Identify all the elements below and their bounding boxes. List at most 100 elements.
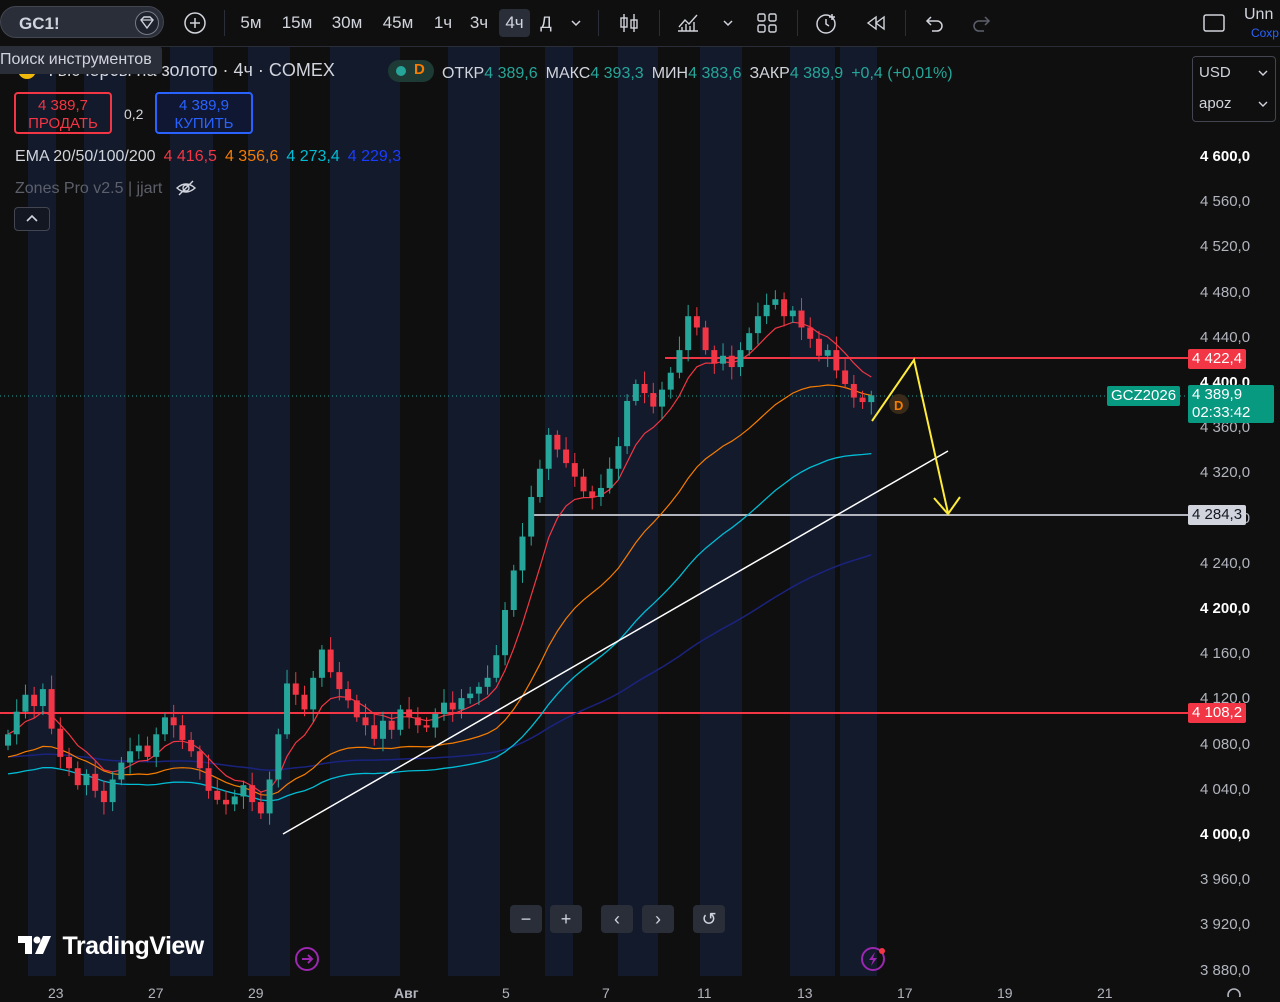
zones-label: Zones Pro v2.5 | jjart: [15, 180, 163, 197]
time-axis-label: 5: [502, 985, 510, 1001]
candle-body: [807, 327, 814, 339]
timeframe-3h[interactable]: 3ч: [464, 9, 494, 37]
indicators-icon[interactable]: [674, 9, 702, 37]
price-axis-label: 4 200,0: [1200, 600, 1251, 617]
candle-body: [100, 790, 107, 803]
candle-body: [676, 350, 683, 373]
scroll-left-button[interactable]: ‹: [601, 905, 633, 933]
eye-hidden-icon[interactable]: [175, 179, 197, 202]
forecast-path: [871, 357, 949, 514]
reset-chart-button[interactable]: ↺: [693, 905, 725, 933]
timeframe-15m[interactable]: 15м: [277, 9, 317, 37]
add-symbol-icon[interactable]: [181, 9, 209, 37]
ohlc-readout: D ОТКР4 389,6 МАКС4 393,3 МИН4 383,6 ЗАКР4 3…: [388, 60, 961, 83]
timeframe-5m[interactable]: 5м: [234, 9, 268, 37]
candle-body: [597, 487, 604, 497]
account-label[interactable]: Unn: [1244, 6, 1273, 24]
replay-icon[interactable]: [862, 9, 890, 37]
candles-type-icon[interactable]: [615, 9, 643, 37]
symbol-label: GC1!: [19, 14, 60, 33]
unit-select[interactable]: apoz: [1193, 89, 1273, 119]
low-value: 4 383,6: [688, 65, 742, 82]
candle-body: [92, 773, 99, 791]
candle-body: [257, 802, 264, 814]
timeframe-45m[interactable]: 45м: [376, 9, 420, 37]
timeframe-1d[interactable]: Д: [534, 9, 558, 37]
time-axis-label: 7: [602, 985, 610, 1001]
symbol-search-button[interactable]: GC1!: [0, 6, 164, 38]
high-label: МАКС: [545, 65, 591, 82]
candle-body: [31, 694, 38, 707]
buy-button[interactable]: 4 389,9 КУПИТЬ: [155, 92, 253, 134]
timeframe-30m[interactable]: 30м: [326, 9, 368, 37]
zones-indicator-legend[interactable]: Zones Pro v2.5 | jjart: [15, 179, 197, 202]
high-value: 4 393,3: [590, 65, 644, 82]
tradingview-logo[interactable]: TradingView: [18, 932, 204, 961]
unit-value: apoz: [1199, 95, 1232, 112]
fullscreen-icon[interactable]: [1200, 9, 1228, 37]
close-value: 4 389,9: [789, 65, 844, 82]
layout-grid-icon[interactable]: [753, 9, 781, 37]
candle-body: [554, 434, 561, 450]
ema100-value: 4 273,4: [286, 148, 340, 165]
candle-body: [153, 734, 160, 757]
chevron-down-icon[interactable]: [566, 9, 586, 37]
sell-button[interactable]: 4 389,7 ПРОДАТЬ: [14, 92, 112, 134]
chevron-down-icon[interactable]: [718, 9, 738, 37]
top-toolbar: GC1! 5м 15м 30м 45м 1ч 3ч 4ч Д Unn Сохр: [0, 0, 1280, 47]
candle-body: [379, 720, 386, 739]
candle-body: [772, 299, 779, 305]
zoom-in-button[interactable]: +: [550, 905, 582, 933]
candle-body: [737, 350, 744, 368]
redo-icon[interactable]: [968, 9, 996, 37]
session-break-icon[interactable]: [294, 946, 320, 977]
session-band: [448, 46, 500, 976]
scroll-right-button[interactable]: ›: [642, 905, 674, 933]
settings-gear-icon[interactable]: [1224, 984, 1244, 1002]
diamond-icon[interactable]: [135, 11, 159, 35]
currency-value: USD: [1199, 64, 1231, 81]
candle-body: [83, 773, 90, 786]
timeframe-1h[interactable]: 1ч: [428, 9, 458, 37]
undo-icon[interactable]: [920, 9, 948, 37]
sell-price: 4 389,7: [37, 97, 89, 114]
candle-body: [693, 316, 700, 328]
candle-body: [205, 768, 212, 791]
candle-body: [249, 785, 256, 803]
candle-body: [475, 686, 482, 694]
save-status[interactable]: Сохр: [1251, 26, 1279, 40]
currency-select[interactable]: USD: [1193, 58, 1273, 88]
candle-body: [118, 762, 125, 780]
ema-legend[interactable]: EMA 20/50/100/200 4 416,5 4 356,6 4 273,4 4 …: [15, 148, 401, 166]
candle-body: [240, 785, 247, 797]
candle-body: [231, 796, 238, 805]
timeframe-4h[interactable]: 4ч: [499, 9, 530, 37]
candle-body: [275, 734, 282, 780]
candle-body: [824, 350, 831, 356]
lightning-event-icon[interactable]: [860, 946, 888, 977]
delayed-d-label: D: [414, 61, 425, 78]
current-price-value: 4 389,9: [1192, 386, 1243, 403]
time-axis-label: 23: [48, 985, 64, 1001]
time-axis-label: 17: [897, 985, 913, 1001]
collapse-legend-button[interactable]: [14, 207, 50, 231]
alert-clock-icon[interactable]: [812, 9, 840, 37]
session-band: [840, 46, 877, 976]
candle-body: [632, 384, 639, 401]
candle-body: [467, 693, 474, 699]
price-axis-label: 4 600,0: [1200, 148, 1251, 165]
market-status-badge[interactable]: D: [388, 60, 434, 82]
candle-body: [589, 491, 596, 497]
candle-body: [606, 468, 613, 488]
time-axis-label: Авг: [394, 985, 419, 1001]
open-value: 4 389,6: [484, 65, 538, 82]
price-axis-label: 4 000,0: [1200, 826, 1251, 843]
time-axis-label: 29: [248, 985, 264, 1001]
candle-body: [423, 725, 430, 728]
zoom-out-button[interactable]: −: [510, 905, 542, 933]
time-axis-label: 21: [1097, 985, 1113, 1001]
price-axis-label: 4 240,0: [1200, 554, 1251, 572]
price-axis-label: 4 560,0: [1200, 193, 1251, 211]
candle-body: [48, 689, 55, 729]
price-axis-label: 4 440,0: [1200, 328, 1251, 346]
